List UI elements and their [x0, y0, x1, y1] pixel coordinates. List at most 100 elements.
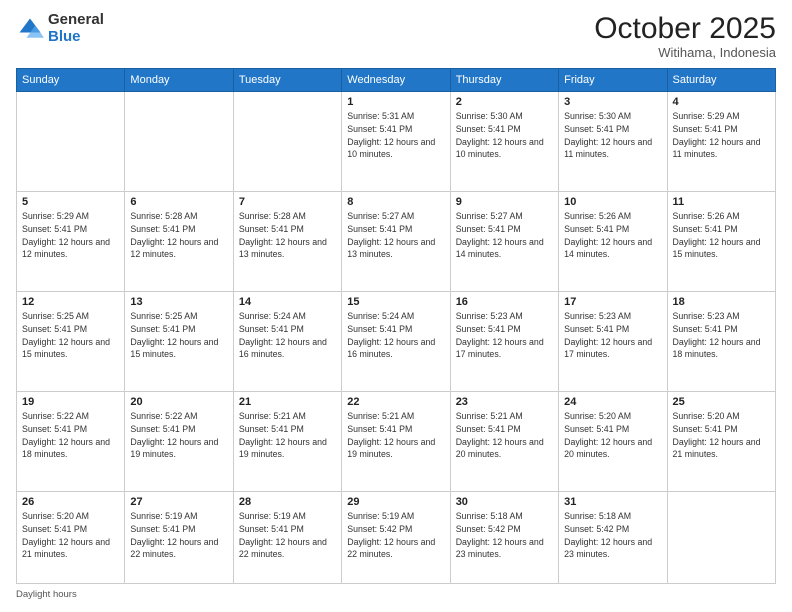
day-number: 20: [130, 396, 227, 408]
logo-icon: [16, 15, 44, 43]
day-number: 21: [239, 396, 336, 408]
day-info: Sunrise: 5:30 AM Sunset: 5:41 PM Dayligh…: [564, 110, 661, 161]
day-number: 2: [456, 96, 553, 108]
day-info: Sunrise: 5:30 AM Sunset: 5:41 PM Dayligh…: [456, 110, 553, 161]
day-info: Sunrise: 5:24 AM Sunset: 5:41 PM Dayligh…: [239, 310, 336, 361]
table-row: 30 Sunrise: 5:18 AM Sunset: 5:42 PM Dayli…: [450, 492, 558, 584]
day-number: 12: [22, 296, 119, 308]
table-row: [17, 92, 125, 192]
table-row: 8 Sunrise: 5:27 AM Sunset: 5:41 PM Daylig…: [342, 192, 450, 292]
day-number: 17: [564, 296, 661, 308]
footer: Daylight hours: [16, 589, 776, 600]
month-title: October 2025: [594, 12, 776, 45]
day-info: Sunrise: 5:27 AM Sunset: 5:41 PM Dayligh…: [456, 210, 553, 261]
day-info: Sunrise: 5:23 AM Sunset: 5:41 PM Dayligh…: [564, 310, 661, 361]
calendar-header-row: Sunday Monday Tuesday Wednesday Thursday…: [17, 69, 776, 92]
day-number: 1: [347, 96, 444, 108]
table-row: [125, 92, 233, 192]
day-info: Sunrise: 5:28 AM Sunset: 5:41 PM Dayligh…: [239, 210, 336, 261]
day-number: 25: [673, 396, 770, 408]
location: Witihama, Indonesia: [594, 45, 776, 60]
day-info: Sunrise: 5:24 AM Sunset: 5:41 PM Dayligh…: [347, 310, 444, 361]
day-info: Sunrise: 5:28 AM Sunset: 5:41 PM Dayligh…: [130, 210, 227, 261]
day-info: Sunrise: 5:18 AM Sunset: 5:42 PM Dayligh…: [564, 510, 661, 561]
day-info: Sunrise: 5:19 AM Sunset: 5:41 PM Dayligh…: [239, 510, 336, 561]
day-info: Sunrise: 5:20 AM Sunset: 5:41 PM Dayligh…: [564, 410, 661, 461]
day-number: 22: [347, 396, 444, 408]
day-number: 31: [564, 496, 661, 508]
day-number: 3: [564, 96, 661, 108]
table-row: 26Sunrise: 5:20 AM Sunset: 5:41 PM Dayli…: [17, 492, 125, 584]
title-block: October 2025 Witihama, Indonesia: [594, 12, 776, 60]
day-number: 27: [130, 496, 227, 508]
day-number: 30: [456, 496, 553, 508]
page: General Blue October 2025 Witihama, Indo…: [0, 0, 792, 612]
day-info: Sunrise: 5:21 AM Sunset: 5:41 PM Dayligh…: [239, 410, 336, 461]
day-info: Sunrise: 5:20 AM Sunset: 5:41 PM Dayligh…: [673, 410, 770, 461]
calendar-table: Sunday Monday Tuesday Wednesday Thursday…: [16, 68, 776, 584]
logo-text: General Blue: [48, 12, 104, 45]
calendar-week-row: 26Sunrise: 5:20 AM Sunset: 5:41 PM Dayli…: [17, 492, 776, 584]
logo-general-text: General: [48, 12, 104, 29]
day-info: Sunrise: 5:26 AM Sunset: 5:41 PM Dayligh…: [564, 210, 661, 261]
col-friday: Friday: [559, 69, 667, 92]
table-row: 18Sunrise: 5:23 AM Sunset: 5:41 PM Dayli…: [667, 292, 775, 392]
day-number: 23: [456, 396, 553, 408]
table-row: 25 Sunrise: 5:20 AM Sunset: 5:41 PM Dayli…: [667, 392, 775, 492]
table-row: [233, 92, 341, 192]
day-info: Sunrise: 5:22 AM Sunset: 5:41 PM Dayligh…: [22, 410, 119, 461]
table-row: 24 Sunrise: 5:20 AM Sunset: 5:41 PM Dayli…: [559, 392, 667, 492]
table-row: 11Sunrise: 5:26 AM Sunset: 5:41 PM Dayli…: [667, 192, 775, 292]
table-row: 22 Sunrise: 5:21 AM Sunset: 5:41 PM Dayli…: [342, 392, 450, 492]
table-row: 9 Sunrise: 5:27 AM Sunset: 5:41 PM Daylig…: [450, 192, 558, 292]
day-number: 4: [673, 96, 770, 108]
table-row: 27 Sunrise: 5:19 AM Sunset: 5:41 PM Dayli…: [125, 492, 233, 584]
table-row: 15 Sunrise: 5:24 AM Sunset: 5:41 PM Dayli…: [342, 292, 450, 392]
calendar-week-row: 12 Sunrise: 5:25 AM Sunset: 5:41 PM Dayli…: [17, 292, 776, 392]
calendar-week-row: 19Sunrise: 5:22 AM Sunset: 5:41 PM Dayli…: [17, 392, 776, 492]
table-row: 6 Sunrise: 5:28 AM Sunset: 5:41 PM Daylig…: [125, 192, 233, 292]
table-row: 1 Sunrise: 5:31 AM Sunset: 5:41 PM Daylig…: [342, 92, 450, 192]
day-number: 14: [239, 296, 336, 308]
day-info: Sunrise: 5:20 AM Sunset: 5:41 PM Dayligh…: [22, 510, 119, 561]
day-info: Sunrise: 5:19 AM Sunset: 5:42 PM Dayligh…: [347, 510, 444, 561]
header: General Blue October 2025 Witihama, Indo…: [16, 12, 776, 60]
table-row: 13Sunrise: 5:25 AM Sunset: 5:41 PM Dayli…: [125, 292, 233, 392]
table-row: 29 Sunrise: 5:19 AM Sunset: 5:42 PM Dayli…: [342, 492, 450, 584]
table-row: 31 Sunrise: 5:18 AM Sunset: 5:42 PM Dayli…: [559, 492, 667, 584]
day-number: 24: [564, 396, 661, 408]
table-row: 16Sunrise: 5:23 AM Sunset: 5:41 PM Dayli…: [450, 292, 558, 392]
col-wednesday: Wednesday: [342, 69, 450, 92]
day-info: Sunrise: 5:23 AM Sunset: 5:41 PM Dayligh…: [456, 310, 553, 361]
day-info: Sunrise: 5:21 AM Sunset: 5:41 PM Dayligh…: [347, 410, 444, 461]
day-number: 7: [239, 196, 336, 208]
day-info: Sunrise: 5:27 AM Sunset: 5:41 PM Dayligh…: [347, 210, 444, 261]
day-info: Sunrise: 5:22 AM Sunset: 5:41 PM Dayligh…: [130, 410, 227, 461]
table-row: 14 Sunrise: 5:24 AM Sunset: 5:41 PM Dayli…: [233, 292, 341, 392]
table-row: 12 Sunrise: 5:25 AM Sunset: 5:41 PM Dayli…: [17, 292, 125, 392]
day-number: 15: [347, 296, 444, 308]
day-info: Sunrise: 5:29 AM Sunset: 5:41 PM Dayligh…: [22, 210, 119, 261]
day-number: 5: [22, 196, 119, 208]
table-row: 20 Sunrise: 5:22 AM Sunset: 5:41 PM Dayli…: [125, 392, 233, 492]
day-number: 6: [130, 196, 227, 208]
col-tuesday: Tuesday: [233, 69, 341, 92]
calendar-week-row: 1 Sunrise: 5:31 AM Sunset: 5:41 PM Daylig…: [17, 92, 776, 192]
table-row: 2 Sunrise: 5:30 AM Sunset: 5:41 PM Daylig…: [450, 92, 558, 192]
col-sunday: Sunday: [17, 69, 125, 92]
day-info: Sunrise: 5:19 AM Sunset: 5:41 PM Dayligh…: [130, 510, 227, 561]
day-number: 9: [456, 196, 553, 208]
day-info: Sunrise: 5:25 AM Sunset: 5:41 PM Dayligh…: [22, 310, 119, 361]
day-number: 29: [347, 496, 444, 508]
logo-blue-text: Blue: [48, 29, 104, 46]
day-info: Sunrise: 5:18 AM Sunset: 5:42 PM Dayligh…: [456, 510, 553, 561]
logo: General Blue: [16, 12, 104, 45]
day-number: 8: [347, 196, 444, 208]
col-thursday: Thursday: [450, 69, 558, 92]
col-saturday: Saturday: [667, 69, 775, 92]
day-info: Sunrise: 5:31 AM Sunset: 5:41 PM Dayligh…: [347, 110, 444, 161]
day-number: 28: [239, 496, 336, 508]
calendar-week-row: 5 Sunrise: 5:29 AM Sunset: 5:41 PM Daylig…: [17, 192, 776, 292]
day-number: 11: [673, 196, 770, 208]
table-row: 7 Sunrise: 5:28 AM Sunset: 5:41 PM Daylig…: [233, 192, 341, 292]
